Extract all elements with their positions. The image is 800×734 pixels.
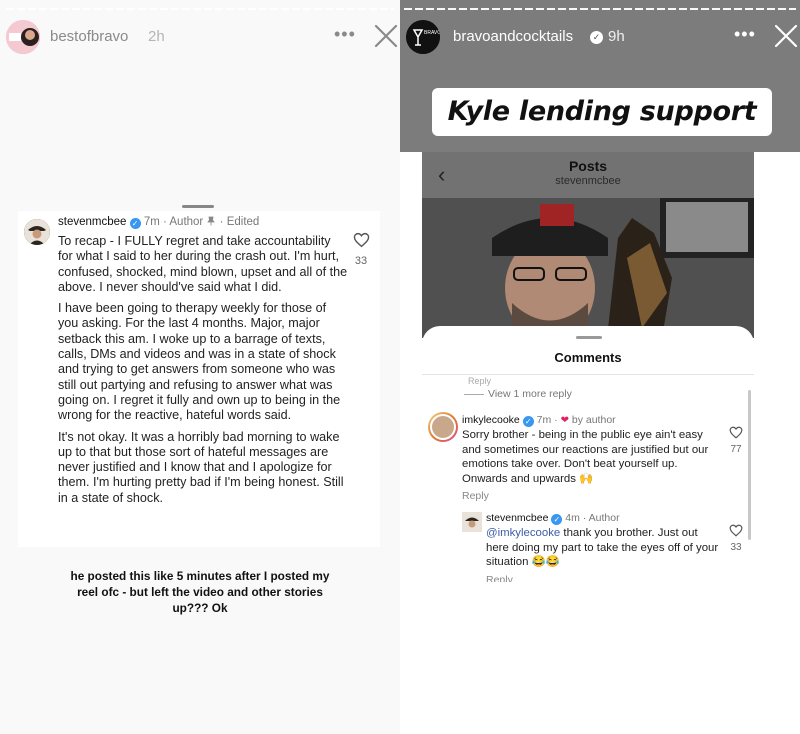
like-column: 77 [724, 426, 748, 455]
avatar[interactable] [428, 412, 458, 442]
like-count: 77 [730, 444, 742, 455]
comment-paragraph: It's not okay. It was a horribly bad mor… [58, 429, 344, 505]
comment-time-author: 7m · Author [143, 216, 204, 228]
embedded-screenshot: ‹ Posts stevenmcbee Comments Reply View … [422, 152, 754, 734]
post-photo-image [422, 198, 754, 338]
view-more-label: View 1 more reply [488, 388, 572, 400]
heart-icon[interactable] [729, 524, 743, 537]
verified-icon: ✓ [522, 416, 534, 427]
svg-text:BRAVO: BRAVO [424, 30, 440, 36]
posts-title: Posts [568, 158, 608, 174]
like-column: 33 [348, 232, 374, 267]
story-progress-bar [404, 8, 796, 10]
comment-paragraph: I have been going to therapy weekly for … [58, 301, 341, 423]
verified-icon: ✓ [551, 514, 563, 525]
like-count: 33 [354, 255, 368, 267]
comment-username[interactable]: imkylecooke [462, 414, 520, 426]
story-username[interactable]: bravoandcocktails [453, 28, 573, 45]
verified-icon: ✓ [590, 31, 603, 44]
story-timestamp: 9h [608, 28, 625, 45]
liked-by-author: by author [571, 414, 616, 426]
comment-card: stevenmcbee ✓ 7m · Author · Edited To re… [18, 211, 380, 547]
story-username[interactable]: bestofbravo [50, 28, 128, 45]
avatar-image: BRAVO [406, 20, 440, 54]
avatar-image [24, 219, 50, 245]
verified-icon: ✓ [129, 218, 141, 229]
story-caption: he posted this like 5 minutes after I po… [70, 569, 330, 615]
posts-header: ‹ Posts stevenmcbee [422, 152, 754, 198]
comment-text: Sorry brother - being in the public eye … [462, 429, 709, 485]
comments-title: Comments [554, 350, 622, 365]
reply-link[interactable]: Reply [468, 376, 491, 386]
comment-paragraph: To recap - I FULLY regret and take accou… [58, 234, 348, 294]
more-icon[interactable]: ••• [734, 24, 756, 45]
story-progress-bar [6, 8, 394, 10]
divider-line [464, 393, 484, 395]
comments-sheet: Comments Reply View 1 more reply imkylec… [422, 326, 754, 734]
posts-subtitle: stevenmcbee [555, 175, 621, 187]
divider [422, 374, 754, 375]
sheet-bottom [422, 582, 754, 734]
avatar[interactable] [24, 219, 50, 245]
sheet-grabber [576, 336, 602, 339]
comment-time: 7m [536, 414, 552, 426]
like-column: 33 [724, 524, 748, 553]
comment-text: To recap - I FULLY regret and take accou… [58, 234, 348, 512]
close-icon[interactable] [372, 22, 400, 50]
reply-link[interactable]: Reply [462, 490, 489, 502]
sheet-grabber [182, 205, 214, 208]
comment-edited: · Edited [219, 216, 260, 228]
avatar-image [6, 20, 40, 54]
story-panel-left: bestofbravo 2h ••• stevenmcbee ✓ 7m · Au… [0, 0, 400, 734]
heart-icon: ❤ [560, 415, 569, 426]
avatar[interactable] [6, 20, 40, 54]
story-panel-right: BRAVO bravoandcocktails ✓ 9h ••• Kyle le… [400, 0, 800, 734]
comment-meta: stevenmcbee ✓ 4m · Author [486, 512, 620, 525]
comment-username[interactable]: stevenmcbee [58, 216, 126, 228]
avatar-image [430, 414, 456, 440]
avatar-image [462, 512, 482, 532]
comment-time-author: 4m · Author [565, 512, 620, 524]
heart-icon[interactable] [729, 426, 743, 439]
pin-icon [207, 216, 216, 226]
mention-link[interactable]: @imkylecooke [486, 527, 560, 539]
avatar[interactable]: BRAVO [406, 20, 440, 54]
post-photo [422, 198, 754, 338]
comment-username[interactable]: stevenmcbee [486, 512, 548, 524]
comment-text: @imkylecooke thank you brother. Just out… [486, 526, 720, 570]
avatar[interactable] [462, 512, 482, 532]
like-count: 33 [730, 542, 742, 553]
heart-icon[interactable] [353, 232, 370, 248]
story-header: BRAVO bravoandcocktails ✓ 9h ••• [400, 18, 800, 54]
story-timestamp: 2h [148, 28, 165, 45]
story-header: bestofbravo 2h ••• [0, 18, 400, 54]
comment-meta: stevenmcbee ✓ 7m · Author · Edited [58, 216, 259, 229]
story-headline: Kyle lending support [432, 88, 772, 136]
comment-meta: imkylecooke ✓ 7m · ❤ by author [462, 414, 616, 427]
scrollbar[interactable] [748, 390, 751, 540]
view-more-replies[interactable]: View 1 more reply [464, 388, 572, 400]
more-icon[interactable]: ••• [334, 24, 356, 45]
close-icon[interactable] [772, 22, 800, 50]
